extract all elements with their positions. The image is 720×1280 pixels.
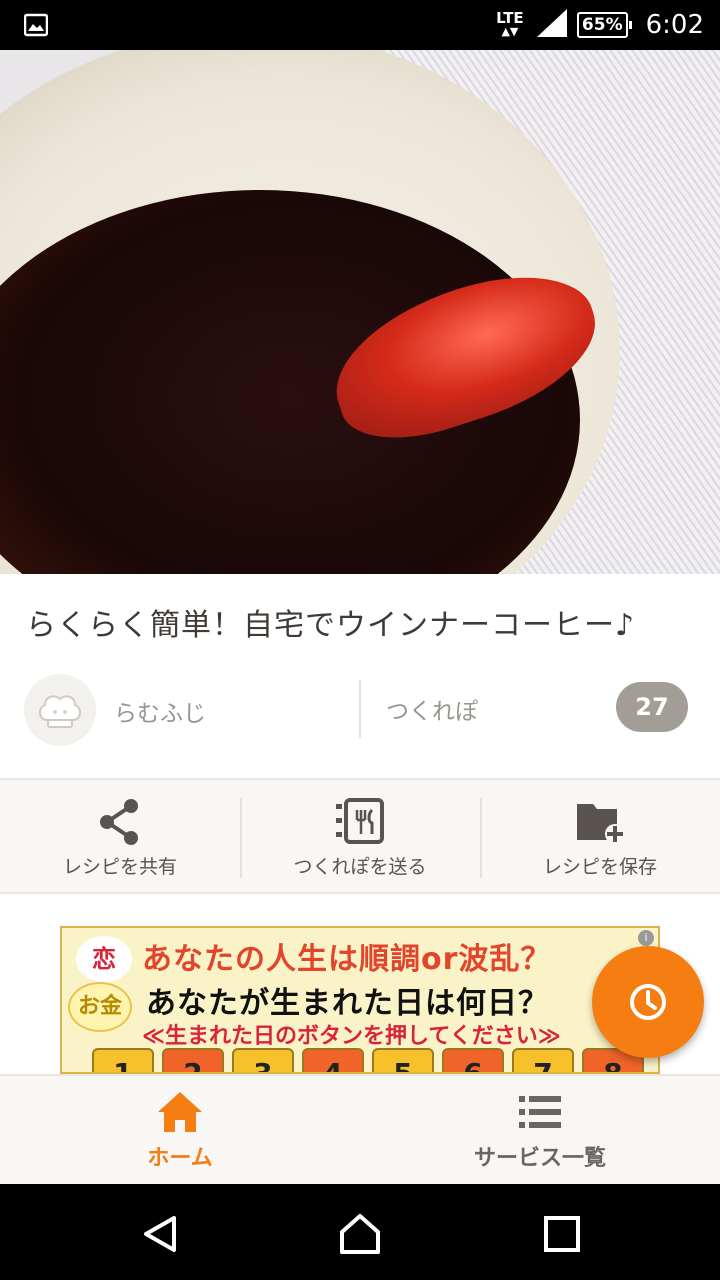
author-name[interactable]: らむふじ	[114, 694, 206, 728]
back-icon[interactable]	[138, 1212, 182, 1256]
network-type: LTE ▲▼	[496, 9, 524, 39]
ad-day-button[interactable]: 6	[442, 1048, 504, 1072]
chef-hat-icon	[39, 695, 81, 728]
send-tsukurepo-label: つくれぽを送る	[293, 856, 427, 878]
ad-day-button[interactable]: 2	[162, 1048, 224, 1072]
ad-day-buttons: 1 2 3 4 5 6 7 8	[92, 1048, 644, 1072]
ad-badge-love: 恋	[76, 936, 132, 982]
share-icon	[100, 799, 138, 845]
clock-icon	[630, 984, 666, 1020]
ad-day-button[interactable]: 1	[92, 1048, 154, 1072]
battery-indicator: 65%	[576, 12, 632, 38]
ad-badge-money: お金	[68, 982, 132, 1032]
ad-subheadline: あなたが生まれた日は何日？	[146, 986, 549, 1021]
fork-knife-menu-icon	[336, 798, 384, 844]
gallery-notification-icon	[23, 13, 49, 41]
recipe-photo	[0, 50, 720, 574]
nav-home-label: ホーム	[147, 1146, 213, 1171]
share-recipe-button[interactable]: レシピを共有	[0, 780, 240, 892]
send-tsukurepo-button[interactable]: つくれぽを送る	[240, 780, 480, 892]
history-fab-button[interactable]	[592, 946, 704, 1058]
ad-info-icon[interactable]: i	[638, 930, 654, 946]
save-recipe-label: レシピを保存	[542, 856, 657, 878]
nav-services[interactable]: サービス一覧	[360, 1076, 720, 1186]
bottom-navigation: ホーム サービス一覧	[0, 1074, 720, 1184]
recents-icon[interactable]	[540, 1212, 584, 1256]
nav-services-label: サービス一覧	[473, 1146, 606, 1171]
status-bar: LTE ▲▼ 65% 6:02	[0, 0, 720, 50]
author-row: らむふじ つくれぽ 27	[0, 672, 720, 746]
ad-banner[interactable]: 恋 お金 あなたの人生は順調or波乱？ あなたが生まれた日は何日？ ≪生まれた日…	[60, 926, 660, 1074]
tsukurepo-label[interactable]: つくれぽ	[386, 692, 478, 726]
tsukurepo-count-badge[interactable]: 27	[616, 682, 688, 732]
share-recipe-label: レシピを共有	[62, 856, 177, 878]
ad-day-button[interactable]: 3	[232, 1048, 294, 1072]
signal-icon	[536, 9, 567, 41]
divider	[359, 680, 361, 738]
home-icon	[158, 1092, 202, 1132]
ad-headline: あなたの人生は順調or波乱？	[142, 942, 552, 977]
system-navigation-bar	[0, 1184, 720, 1280]
home-system-icon[interactable]	[338, 1212, 382, 1256]
ad-instruction: ≪生まれた日のボタンを押してください≫	[142, 1024, 561, 1049]
author-avatar[interactable]	[24, 674, 96, 746]
ad-day-button[interactable]: 7	[512, 1048, 574, 1072]
status-time: 6:02	[645, 10, 704, 40]
recipe-actions-bar: レシピを共有 つくれぽを送る レシピを保存	[0, 778, 720, 894]
nav-home[interactable]: ホーム	[0, 1076, 360, 1186]
ad-day-button[interactable]: 5	[372, 1048, 434, 1072]
recipe-title: らくらく簡単！自宅でウインナーコーヒー♪	[26, 608, 636, 643]
save-recipe-button[interactable]: レシピを保存	[480, 780, 720, 892]
ad-day-button[interactable]: 4	[302, 1048, 364, 1072]
folder-plus-icon	[577, 804, 625, 844]
list-icon	[519, 1096, 561, 1128]
